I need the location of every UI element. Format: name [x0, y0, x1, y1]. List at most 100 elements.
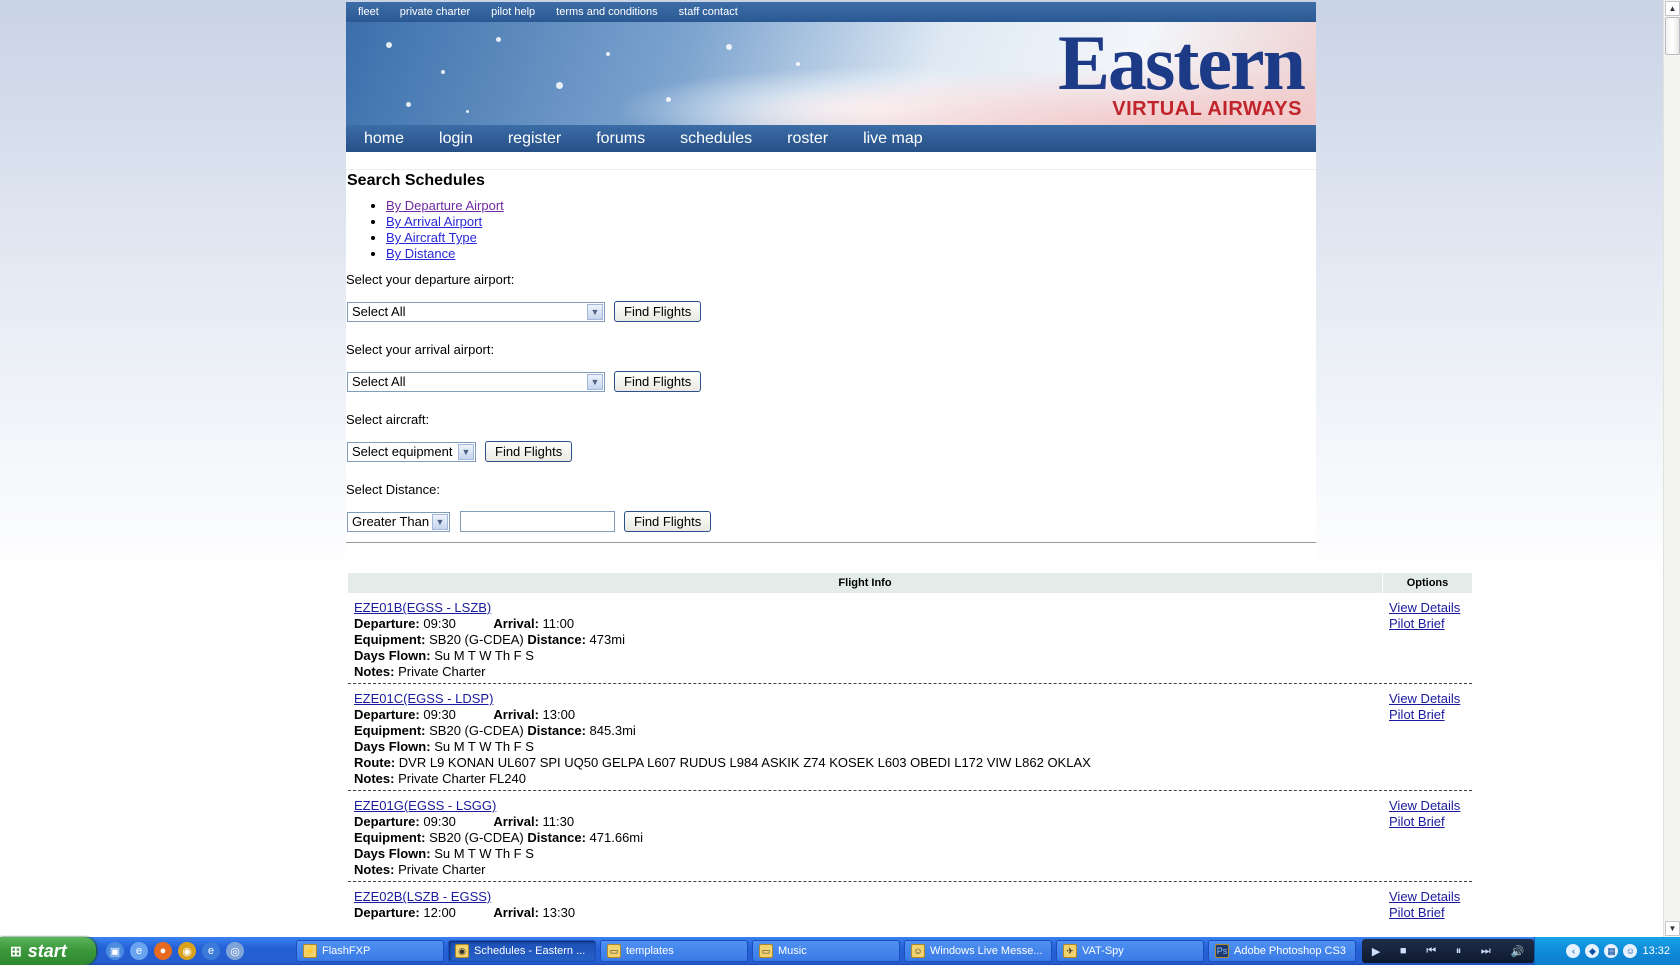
tray-app-icon[interactable]: ◆ [1585, 944, 1600, 958]
arrival-label: Arrival: [493, 616, 539, 631]
task-messenger[interactable]: ☺ Windows Live Messe... [904, 940, 1052, 962]
find-flights-distance-button[interactable]: Find Flights [624, 511, 712, 532]
topnav-pilot-help[interactable]: pilot help [491, 6, 535, 18]
chevron-down-icon: ▼ [432, 513, 448, 530]
pilot-brief-link[interactable]: Pilot Brief [1389, 616, 1445, 631]
flight-code-link[interactable]: EZE01G(EGSS - LSGG) [354, 798, 496, 813]
departure-time: 09:30 [423, 814, 456, 829]
media-player-toolbar: ▶ ■ ⏮ ⏸ ⏭ 🔊 [1362, 939, 1534, 963]
pilot-brief-link[interactable]: Pilot Brief [1389, 707, 1445, 722]
start-button[interactable]: ⊞ start [0, 937, 96, 965]
distance-input[interactable] [460, 511, 615, 532]
chrome-icon[interactable]: ◉ [178, 942, 196, 960]
link-by-aircraft[interactable]: By Aircraft Type [386, 230, 477, 245]
view-details-link[interactable]: View Details [1389, 889, 1460, 904]
pilot-brief-link[interactable]: Pilot Brief [1389, 814, 1445, 829]
topnav-staff-contact[interactable]: staff contact [679, 6, 738, 18]
arrival-time: 11:00 [542, 616, 575, 631]
clock: 13:32 [1642, 945, 1670, 957]
find-flights-aircraft-button[interactable]: Find Flights [485, 441, 573, 462]
aircraft-select[interactable]: Select equipment ▼ [347, 441, 476, 462]
ie-alt-icon[interactable]: e [202, 942, 220, 960]
nav-home[interactable]: home [364, 130, 404, 148]
options-cell: View Details Pilot Brief [1383, 889, 1472, 921]
arrival-select[interactable]: Select All ▼ [347, 371, 605, 392]
scroll-up-icon[interactable]: ▲ [1665, 1, 1680, 16]
distance-label: Select Distance: [346, 482, 440, 497]
view-details-link[interactable]: View Details [1389, 798, 1460, 813]
task-label: FlashFXP [322, 945, 371, 957]
topnav-terms[interactable]: terms and conditions [556, 6, 658, 18]
nav-register[interactable]: register [508, 130, 561, 148]
flight-code-link[interactable]: EZE01B(EGSS - LSZB) [354, 600, 491, 615]
tray-arrow-icon[interactable]: ‹ [1566, 944, 1581, 958]
departure-label: Departure: [354, 707, 420, 722]
task-flashfxp[interactable]: ⚡ FlashFXP [296, 940, 444, 962]
flight-code-link[interactable]: EZE02B(LSZB - EGSS) [354, 889, 491, 904]
days-value: Su M T W Th F S [434, 739, 534, 754]
notes-value: Private Charter [398, 862, 486, 877]
view-details-link[interactable]: View Details [1389, 691, 1460, 706]
search-type-list: By Departure Airport By Arrival Airport … [346, 198, 1316, 262]
scrollbar-thumb[interactable] [1665, 17, 1680, 55]
list-item: By Arrival Airport [386, 214, 1316, 230]
nav-live-map[interactable]: live map [863, 130, 923, 148]
departure-select[interactable]: Select All ▼ [347, 301, 605, 322]
task-vatspy[interactable]: ✈ VAT-Spy [1056, 940, 1204, 962]
nav-forums[interactable]: forums [596, 130, 645, 148]
link-by-departure[interactable]: By Departure Airport [386, 198, 504, 213]
play-icon[interactable]: ▶ [1372, 945, 1380, 958]
next-icon[interactable]: ⏭ [1481, 945, 1491, 958]
pilot-brief-link[interactable]: Pilot Brief [1389, 905, 1445, 920]
logo-eastern: Eastern [1058, 22, 1306, 106]
notes-label: Notes: [354, 771, 395, 786]
distance-select-value: Greater Than [352, 514, 430, 529]
departure-row: Select All ▼ Find Flights [346, 301, 1316, 322]
task-label: Music [778, 945, 807, 957]
stop-icon[interactable]: ■ [1400, 945, 1407, 957]
network-icon[interactable]: ◎ [226, 942, 244, 960]
firefox-icon[interactable]: ● [154, 942, 172, 960]
quick-launch: ▣ e ● ◉ e ◎ [106, 942, 296, 960]
task-music[interactable]: ▭ Music [752, 940, 900, 962]
previous-icon[interactable]: ⏮ [1426, 945, 1436, 958]
find-flights-arrival-button[interactable]: Find Flights [614, 371, 702, 392]
pause-icon[interactable]: ⏸ [1456, 945, 1462, 958]
desktop-icon[interactable]: ▣ [106, 942, 124, 960]
snowflake [556, 82, 563, 89]
arrival-select-value: Select All [352, 374, 406, 389]
tray-network-icon[interactable]: ▦ [1604, 944, 1619, 958]
flight-info-cell: EZE01G(EGSS - LSGG) Departure: 09:30 Arri… [348, 798, 1383, 878]
link-by-arrival[interactable]: By Arrival Airport [386, 214, 482, 229]
flight-code-link[interactable]: EZE01C(EGSS - LDSP) [354, 691, 493, 706]
days-value: Su M T W Th F S [434, 648, 534, 663]
snowflake [796, 62, 800, 66]
snowflake [496, 37, 501, 42]
distance-select[interactable]: Greater Than ▼ [347, 511, 450, 532]
topnav-private-charter[interactable]: private charter [400, 6, 470, 18]
days-value: Su M T W Th F S [434, 846, 534, 861]
arrival-label: Arrival: [493, 905, 539, 920]
nav-login[interactable]: login [439, 130, 473, 148]
task-templates[interactable]: ▭ templates [600, 940, 748, 962]
volume-icon[interactable]: 🔊 [1510, 945, 1524, 958]
find-flights-departure-button[interactable]: Find Flights [614, 301, 702, 322]
nav-roster[interactable]: roster [787, 130, 828, 148]
task-photoshop[interactable]: Ps Adobe Photoshop CS3 [1208, 940, 1356, 962]
tray-messenger-icon[interactable]: ☺ [1623, 944, 1638, 958]
nav-schedules[interactable]: schedules [680, 130, 752, 148]
view-details-link[interactable]: View Details [1389, 600, 1460, 615]
link-by-distance[interactable]: By Distance [386, 246, 455, 261]
topnav-fleet[interactable]: fleet [358, 6, 379, 18]
photoshop-icon: Ps [1215, 944, 1229, 958]
scroll-down-icon[interactable]: ▼ [1665, 921, 1680, 936]
task-schedules[interactable]: ◉ Schedules - Eastern ... [448, 940, 596, 962]
list-item: By Departure Airport [386, 198, 1316, 214]
system-tray: ‹ ◆ ▦ ☺ 13:32 [1534, 937, 1680, 965]
ie-icon[interactable]: e [130, 942, 148, 960]
site-banner: Eastern VIRTUAL AIRWAYS [346, 22, 1316, 125]
departure-select-value: Select All [352, 304, 406, 319]
table-row: EZE01B(EGSS - LSZB) Departure: 09:30 Arri… [348, 593, 1472, 684]
table-row: EZE01G(EGSS - LSGG) Departure: 09:30 Arri… [348, 791, 1472, 882]
vertical-scrollbar[interactable]: ▲ ▼ [1663, 0, 1680, 937]
